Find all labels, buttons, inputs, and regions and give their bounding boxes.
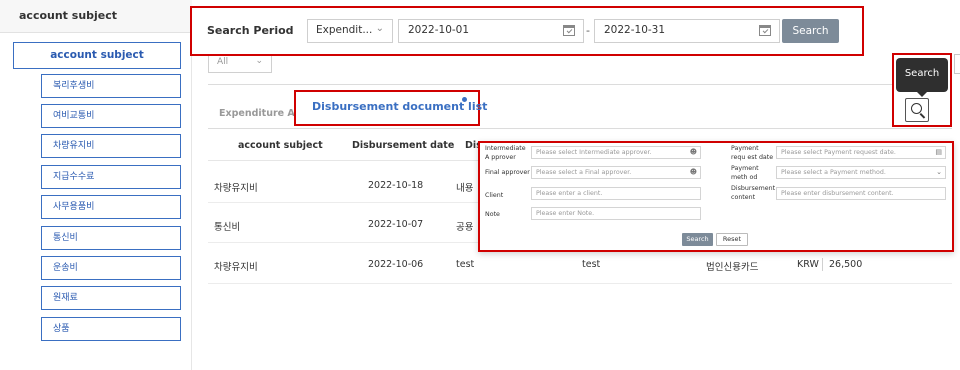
cell-currency: KRW <box>797 259 819 270</box>
subject-root-item[interactable]: account subject <box>13 42 181 69</box>
cell-date: 2022-10-18 <box>368 180 424 191</box>
end-date-value: 2022-10-31 <box>604 24 666 36</box>
client-input[interactable]: Please enter a client. <box>531 187 701 200</box>
tab-expenditure-amount[interactable]: Expenditure Amou <box>219 108 304 119</box>
cell-account-subject: 통신비 <box>214 222 241 233</box>
form-search-button[interactable]: Search <box>682 233 713 246</box>
filter-select-value: All <box>217 57 229 67</box>
period-type-select[interactable]: Expendit... ⌄ <box>307 19 393 43</box>
intermediate-approver-input[interactable]: Please select Intermediate approver. ☻ <box>531 146 701 159</box>
payment-request-date-placeholder: Please select Payment request date. <box>781 149 896 156</box>
note-label: Note <box>485 211 500 218</box>
note-input[interactable]: Please enter Note. <box>531 207 701 220</box>
end-date-input[interactable]: 2022-10-31 <box>594 19 780 43</box>
cell-date: 2022-10-07 <box>368 219 424 230</box>
cell-account-subject: 차량유지비 <box>214 183 258 194</box>
person-icon[interactable]: ☻ <box>690 168 697 176</box>
row-divider <box>208 202 480 203</box>
tab-divider <box>208 128 952 129</box>
final-approver-input[interactable]: Please select a Final approver. ☻ <box>531 166 701 179</box>
divider <box>208 84 952 85</box>
column-header-disbursement-date[interactable]: Disbursement date <box>352 140 454 151</box>
panel-header: account subject <box>0 0 192 33</box>
person-icon[interactable]: ☻ <box>690 148 697 156</box>
tab-disbursement-document-list[interactable]: Disbursement document list <box>312 100 487 113</box>
cell-account-subject: 차량유지비 <box>214 262 258 273</box>
intermediate-approver-placeholder: Please select Intermediate approver. <box>536 149 652 156</box>
disbursement-content-input[interactable]: Please enter disbursement content. <box>776 187 946 200</box>
start-date-value: 2022-10-01 <box>408 24 470 36</box>
right-edge-select[interactable] <box>954 54 960 74</box>
tooltip-arrow <box>916 91 928 97</box>
disbursement-content-placeholder: Please enter disbursement content. <box>781 190 894 197</box>
final-approver-label: Final approver <box>485 169 530 176</box>
calendar-icon[interactable]: ▤ <box>935 148 942 156</box>
cell-separator <box>822 258 823 271</box>
subject-item[interactable]: 사무용품비 <box>41 195 181 219</box>
subject-item[interactable]: 지급수수료 <box>41 165 181 189</box>
payment-method-placeholder: Please select a Payment method. <box>781 169 886 176</box>
note-placeholder: Please enter Note. <box>536 210 595 217</box>
disbursement-content-label: Disbursement content <box>731 185 776 201</box>
search-button[interactable]: Search <box>782 19 839 43</box>
cell-date: 2022-10-06 <box>368 259 424 270</box>
new-indicator-dot <box>462 97 467 102</box>
subject-item[interactable]: 통신비 <box>41 226 181 250</box>
cell-content: 공용 <box>456 222 474 233</box>
cell-content: test <box>456 259 475 270</box>
search-period-label: Search Period <box>207 24 294 37</box>
start-date-input[interactable]: 2022-10-01 <box>398 19 584 43</box>
final-approver-placeholder: Please select a Final approver. <box>536 169 632 176</box>
search-icon-handle <box>919 113 926 119</box>
period-type-value: Expendit... <box>316 24 373 36</box>
client-placeholder: Please enter a client. <box>536 190 603 197</box>
subject-item[interactable]: 복리후생비 <box>41 74 181 98</box>
chevron-down-icon: ⌄ <box>936 168 942 176</box>
cell-payment-method: 법인신용카드 <box>706 262 759 273</box>
intermediate-approver-label: Intermediate A pprover <box>485 145 526 161</box>
subject-item[interactable]: 차량유지비 <box>41 134 181 158</box>
chevron-down-icon: ⌄ <box>375 23 384 34</box>
cell-client: test <box>582 259 601 270</box>
payment-method-label: Payment meth od <box>731 165 759 181</box>
cell-content: 내용 <box>456 183 474 194</box>
date-range-separator: - <box>586 24 590 37</box>
search-tooltip: Search <box>896 58 948 92</box>
subject-item[interactable]: 여비교통비 <box>41 104 181 128</box>
calendar-icon[interactable] <box>563 25 575 36</box>
form-reset-button[interactable]: Reset <box>716 233 748 246</box>
subject-item[interactable]: 원재료 <box>41 286 181 310</box>
row-divider <box>208 283 952 284</box>
payment-method-select[interactable]: Please select a Payment method. ⌄ <box>776 166 946 179</box>
chevron-down-icon: ⌄ <box>255 56 263 66</box>
calendar-icon[interactable] <box>759 25 771 36</box>
payment-request-date-label: Payment requ est date <box>731 145 774 161</box>
subject-item[interactable]: 상품 <box>41 317 181 341</box>
subject-item[interactable]: 운송비 <box>41 256 181 280</box>
payment-request-date-input[interactable]: Please select Payment request date. ▤ <box>776 146 946 159</box>
client-label: Client <box>485 192 504 199</box>
column-header-account-subject[interactable]: account subject <box>238 140 323 151</box>
cell-amount: 26,500 <box>829 259 863 270</box>
row-divider <box>208 242 480 243</box>
search-icon-button[interactable] <box>905 98 929 122</box>
